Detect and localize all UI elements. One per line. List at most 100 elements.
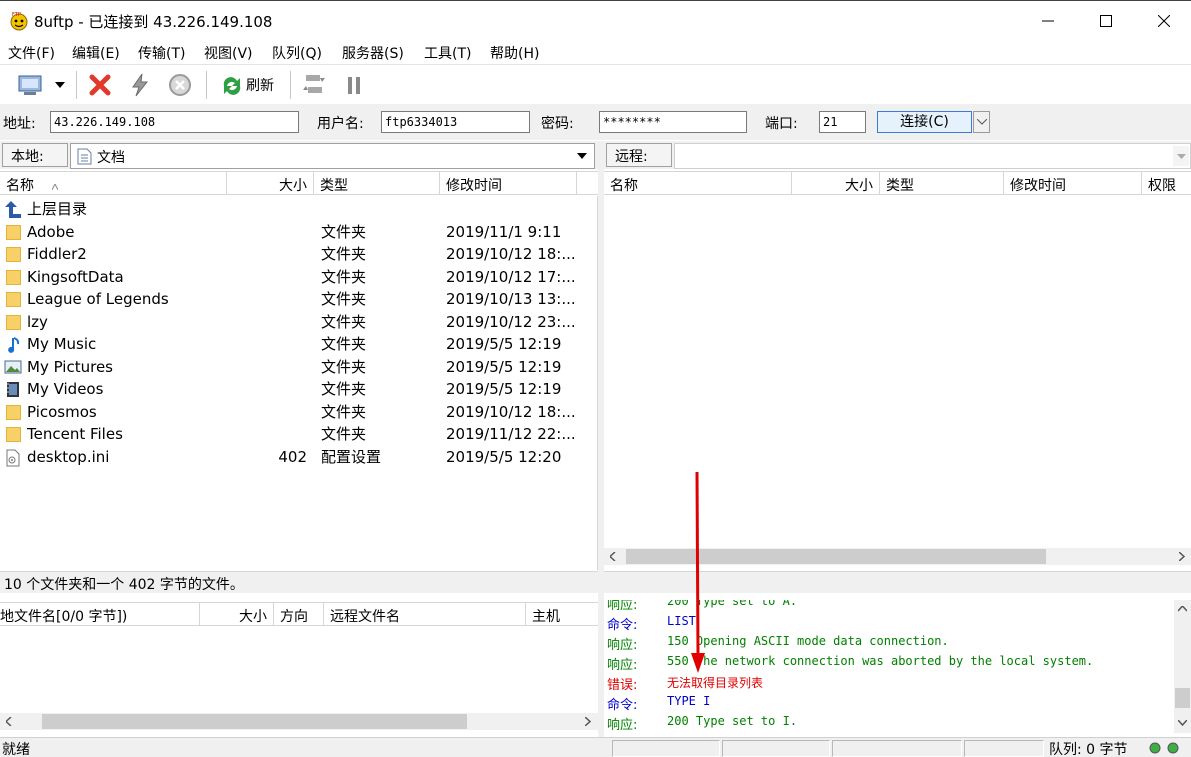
file-size: 402 <box>278 447 307 466</box>
close-window-button[interactable] <box>1135 1 1191 41</box>
folder-icon <box>6 247 21 262</box>
minimize-icon <box>1042 20 1054 22</box>
stop-button[interactable] <box>164 71 196 99</box>
file-name: Picosmos <box>27 402 97 421</box>
title-bar[interactable]: FTP 8uftp - 已连接到 43.226.149.108 <box>0 0 1191 40</box>
local-file-row[interactable]: My Music 文件夹 2019/5/5 12:19 <box>0 333 596 356</box>
local-col-type[interactable]: 类型 <box>314 172 440 194</box>
file-name: League of Legends <box>27 290 169 308</box>
username-input[interactable]: ftp6334013 <box>381 111 530 133</box>
file-modified: 2019/5/5 12:19 <box>446 380 562 398</box>
queue-col-local-file[interactable]: 地文件名[0/0 字节]) <box>0 603 200 625</box>
local-col-modified[interactable]: 修改时间 <box>440 172 577 194</box>
remote-col-name[interactable]: 名称 <box>604 172 792 194</box>
up-directory-icon <box>5 201 21 218</box>
local-col-name[interactable]: 名称 <box>0 172 227 194</box>
local-col-name-label: 名称 <box>6 178 34 194</box>
local-file-row[interactable]: Tencent Files 文件夹 2019/11/12 22:... <box>0 423 596 446</box>
menu-queue[interactable]: 队列(Q) <box>272 43 322 63</box>
minimize-button[interactable] <box>1019 1 1077 41</box>
scroll-right-icon[interactable] <box>1179 552 1185 561</box>
log-vertical-scrollbar[interactable] <box>1174 600 1191 733</box>
disconnect-button[interactable] <box>84 71 116 99</box>
local-file-row[interactable]: My Pictures 文件夹 2019/5/5 12:19 <box>0 356 596 379</box>
local-path-combo[interactable]: 文档 <box>70 143 595 169</box>
pause-button[interactable] <box>338 71 370 99</box>
transfer-icon <box>303 75 325 93</box>
menu-transfer[interactable]: 传输(T) <box>138 43 185 63</box>
refresh-button[interactable]: 刷新 <box>214 71 280 99</box>
quick-connect-button[interactable] <box>124 71 156 99</box>
file-modified: 2019/5/5 12:19 <box>446 335 562 353</box>
menu-help[interactable]: 帮助(H) <box>490 43 539 63</box>
local-file-row[interactable]: lzy 文件夹 2019/10/12 23:... <box>0 311 596 334</box>
scroll-right-icon[interactable] <box>585 717 591 726</box>
pictures-icon <box>4 359 22 376</box>
queue-header: 地文件名[0/0 字节]) 大小 方向 远程文件名 主机 <box>0 602 598 626</box>
local-file-row[interactable]: My Videos 文件夹 2019/5/5 12:19 <box>0 378 596 401</box>
site-manager-button[interactable] <box>12 71 48 99</box>
scroll-down-icon[interactable] <box>1178 720 1187 726</box>
queue-scroll-thumb[interactable] <box>42 714 467 729</box>
file-type: 文件夹 <box>321 402 367 421</box>
file-type: 文件夹 <box>321 425 367 443</box>
queue-col-remote-file[interactable]: 远程文件名 <box>324 603 526 625</box>
port-input[interactable]: 21 <box>819 111 866 133</box>
local-file-row[interactable]: Picosmos 文件夹 2019/10/12 18:... <box>0 401 596 424</box>
refresh-label: 刷新 <box>246 78 274 94</box>
password-input[interactable]: ******** <box>599 111 747 133</box>
menu-edit[interactable]: 编辑(E) <box>72 43 120 63</box>
remote-col-size[interactable]: 大小 <box>792 172 880 194</box>
menu-server[interactable]: 服务器(S) <box>342 43 404 63</box>
remote-col-permissions[interactable]: 权限 <box>1142 172 1191 194</box>
remote-col-modified[interactable]: 修改时间 <box>1004 172 1142 194</box>
site-manager-dropdown[interactable] <box>50 71 70 99</box>
queue-col-direction[interactable]: 方向 <box>274 603 324 625</box>
remote-path-combo[interactable] <box>674 143 1191 169</box>
transfer-queue-button[interactable] <box>298 71 330 99</box>
file-type: 文件夹 <box>321 357 367 376</box>
connect-button[interactable]: 连接(C) <box>877 111 972 133</box>
file-size <box>228 266 307 288</box>
file-size <box>228 378 307 400</box>
scroll-left-icon[interactable] <box>610 552 616 561</box>
file-size <box>228 288 307 310</box>
local-path-value: 文档 <box>97 150 125 166</box>
file-size <box>228 221 307 243</box>
queue-col-host[interactable]: 主机 <box>526 603 598 625</box>
maximize-button[interactable] <box>1077 1 1135 41</box>
parent-directory-row[interactable]: 上层目录 <box>0 198 596 221</box>
queue-list[interactable] <box>0 626 598 712</box>
scroll-up-icon[interactable] <box>1178 606 1187 612</box>
pause-icon <box>348 77 360 94</box>
local-file-row[interactable]: KingsoftData 文件夹 2019/10/12 17:... <box>0 266 596 289</box>
file-modified: 2019/10/13 13:... <box>446 290 576 308</box>
menu-view[interactable]: 视图(V) <box>204 43 253 63</box>
file-modified: 2019/11/12 22:... <box>446 425 576 443</box>
scroll-left-icon[interactable] <box>6 717 12 726</box>
receive-indicator-icon <box>1167 742 1179 754</box>
log-text: 200 Type set to I. <box>667 714 798 728</box>
address-input[interactable]: 43.226.149.108 <box>50 111 299 133</box>
queue-horizontal-scrollbar[interactable] <box>0 713 598 730</box>
menu-tools[interactable]: 工具(T) <box>424 43 471 63</box>
queue-col-size[interactable]: 大小 <box>200 603 274 625</box>
log-scroll-thumb[interactable] <box>1175 688 1190 708</box>
log-key: 错误: <box>607 678 638 693</box>
log-text: 无法取得目录列表 <box>667 676 764 690</box>
log-text: 150 Opening ASCII mode data connection. <box>667 634 949 648</box>
log-text: TYPE I <box>667 694 711 708</box>
local-col-size[interactable]: 大小 <box>227 172 314 194</box>
remote-col-type[interactable]: 类型 <box>880 172 1004 194</box>
annotation-arrow-icon <box>691 471 705 673</box>
remote-path-dropdown[interactable] <box>1173 146 1189 166</box>
connect-dropdown[interactable] <box>973 111 990 133</box>
local-file-row[interactable]: League of Legends 文件夹 2019/10/13 13:... <box>0 288 596 311</box>
file-name: Tencent Files <box>27 425 123 443</box>
status-panel <box>722 740 830 757</box>
file-modified: 2019/5/5 12:19 <box>446 357 562 376</box>
local-file-row[interactable]: Adobe 文件夹 2019/11/1 9:11 <box>0 221 596 244</box>
local-file-row[interactable]: desktop.ini 402 配置设置 2019/5/5 12:20 <box>0 446 596 469</box>
local-file-row[interactable]: Fiddler2 文件夹 2019/10/12 18:... <box>0 243 596 266</box>
menu-file[interactable]: 文件(F) <box>8 43 55 63</box>
